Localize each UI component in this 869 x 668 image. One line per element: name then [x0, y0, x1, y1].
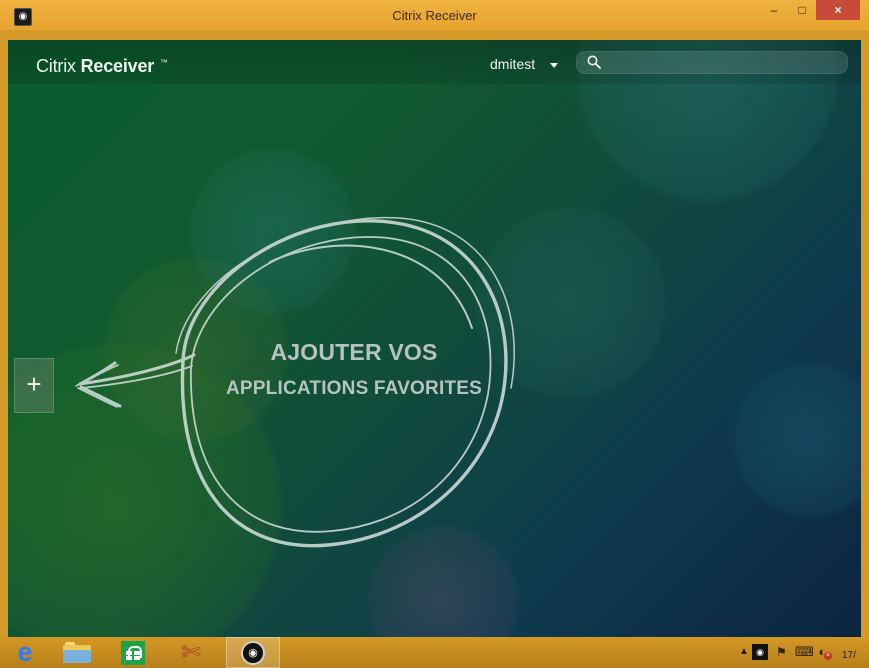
window-controls: ‒ □ ×	[760, 0, 860, 20]
user-name: dmitest	[490, 56, 536, 72]
taskbar-store[interactable]	[108, 637, 158, 668]
window-title: Citrix Receiver	[392, 8, 477, 23]
promo-title-line-1: AJOUTER VOS	[270, 339, 438, 365]
network-icon[interactable]: ⌨	[795, 644, 814, 660]
brand-receiver-text: Receiver	[80, 56, 155, 76]
minimize-button[interactable]: ‒	[760, 0, 788, 20]
system-tray: ▲ ◉ ⚑ ⌨ ◖ × 17/	[729, 637, 869, 668]
taskbar-file-explorer[interactable]	[52, 637, 102, 668]
tray-citrix-icon[interactable]: ◉	[752, 644, 768, 660]
promo-title-line-2: APPLICATIONS FAVORITES	[226, 378, 482, 399]
citrix-receiver-logo: Citrix Receiver ™	[36, 56, 168, 77]
tool-icon: ✄	[180, 638, 202, 666]
folder-front-shape	[63, 649, 91, 663]
user-menu-button[interactable]: dmitest	[490, 56, 559, 72]
internet-explorer-icon: e	[17, 637, 33, 667]
taskbar-tool[interactable]: ✄	[166, 637, 216, 668]
action-center-flag-icon[interactable]: ⚑	[776, 645, 787, 659]
search-box[interactable]	[576, 51, 848, 74]
brand-citrix-text: Citrix	[36, 56, 76, 76]
show-hidden-icons-icon[interactable]: ▲	[739, 646, 749, 657]
store-icon	[121, 640, 145, 665]
window-titlebar: ◉ Citrix Receiver ‒ □ ×	[0, 0, 869, 30]
close-button[interactable]: ×	[816, 0, 860, 20]
add-apps-button[interactable]: +	[14, 358, 54, 413]
search-icon	[587, 55, 601, 69]
mute-x-icon: ×	[824, 652, 832, 660]
window-frame-left	[0, 30, 8, 637]
clock-date-fragment[interactable]: 17/	[842, 650, 856, 661]
search-input[interactable]	[605, 54, 825, 72]
window-frame-right	[861, 30, 869, 637]
citrix-receiver-icon: ◉	[241, 640, 265, 665]
screen: ◉ Citrix Receiver ‒ □ × Citrix Receiver …	[0, 0, 869, 668]
brand-trademark: ™	[159, 58, 168, 67]
folder-icon	[63, 641, 91, 664]
taskbar-internet-explorer[interactable]: e	[0, 637, 50, 668]
maximize-button[interactable]: □	[788, 0, 816, 20]
chevron-down-icon	[550, 63, 559, 68]
taskbar-citrix-receiver[interactable]: ◉	[226, 637, 280, 668]
